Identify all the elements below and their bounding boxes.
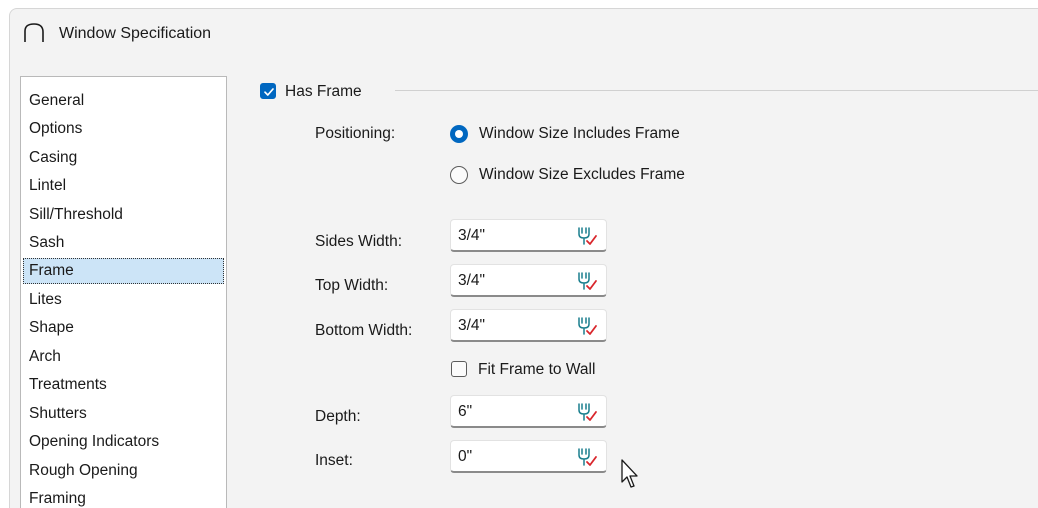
default-value-wrench-icon[interactable] xyxy=(574,401,600,423)
sides-width-label: Sides Width: xyxy=(315,233,403,250)
category-opening-indicators[interactable]: Opening Indicators xyxy=(23,429,224,455)
category-treatments[interactable]: Treatments xyxy=(23,372,224,398)
window-arch-icon xyxy=(24,23,44,42)
has-frame-checkbox[interactable] xyxy=(260,83,276,99)
window-specification-dialog: Window Specification General Options Cas… xyxy=(9,8,1038,508)
top-width-value: 3/4" xyxy=(458,272,486,289)
inset-value: 0" xyxy=(458,448,473,465)
depth-value: 6" xyxy=(458,403,473,420)
sides-width-field[interactable]: 3/4" xyxy=(450,219,607,252)
excludes-frame-label: Window Size Excludes Frame xyxy=(479,166,685,183)
category-options[interactable]: Options xyxy=(23,116,224,142)
bottom-width-value: 3/4" xyxy=(458,317,486,334)
category-lites[interactable]: Lites xyxy=(23,287,224,313)
category-general[interactable]: General xyxy=(23,88,224,114)
depth-label: Depth: xyxy=(315,408,361,425)
excludes-frame-radio[interactable] xyxy=(450,166,468,184)
category-sill-threshold[interactable]: Sill/Threshold xyxy=(23,202,224,228)
category-framing[interactable]: Framing xyxy=(23,486,224,508)
dialog-title: Window Specification xyxy=(59,25,212,42)
mouse-pointer-icon xyxy=(621,459,638,488)
sides-width-value: 3/4" xyxy=(458,227,486,244)
bottom-width-field[interactable]: 3/4" xyxy=(450,309,607,342)
depth-field[interactable]: 6" xyxy=(450,395,607,428)
category-arch[interactable]: Arch xyxy=(23,344,224,370)
default-value-wrench-icon[interactable] xyxy=(574,225,600,247)
fit-frame-to-wall-label: Fit Frame to Wall xyxy=(478,361,596,378)
group-divider xyxy=(395,90,1038,91)
bottom-width-label: Bottom Width: xyxy=(315,322,413,339)
category-shutters[interactable]: Shutters xyxy=(23,401,224,427)
default-value-wrench-icon[interactable] xyxy=(574,270,600,292)
includes-frame-radio[interactable] xyxy=(450,125,468,143)
inset-label: Inset: xyxy=(315,452,353,469)
default-value-wrench-icon[interactable] xyxy=(574,315,600,337)
category-shape[interactable]: Shape xyxy=(23,315,224,341)
top-width-label: Top Width: xyxy=(315,277,389,294)
title-bar: Window Specification xyxy=(10,9,1038,57)
category-sash[interactable]: Sash xyxy=(23,230,224,256)
category-list[interactable]: General Options Casing Lintel Sill/Thres… xyxy=(20,76,227,508)
default-value-wrench-icon[interactable] xyxy=(574,446,600,468)
category-lintel[interactable]: Lintel xyxy=(23,173,224,199)
category-casing[interactable]: Casing xyxy=(23,145,224,171)
has-frame-label: Has Frame xyxy=(285,83,362,100)
category-frame[interactable]: Frame xyxy=(23,258,224,284)
positioning-label: Positioning: xyxy=(315,125,396,142)
top-width-field[interactable]: 3/4" xyxy=(450,264,607,297)
inset-field[interactable]: 0" xyxy=(450,440,607,473)
fit-frame-to-wall-checkbox[interactable] xyxy=(451,361,467,377)
check-icon xyxy=(264,88,274,96)
includes-frame-label: Window Size Includes Frame xyxy=(479,125,680,142)
category-rough-opening[interactable]: Rough Opening xyxy=(23,458,224,484)
